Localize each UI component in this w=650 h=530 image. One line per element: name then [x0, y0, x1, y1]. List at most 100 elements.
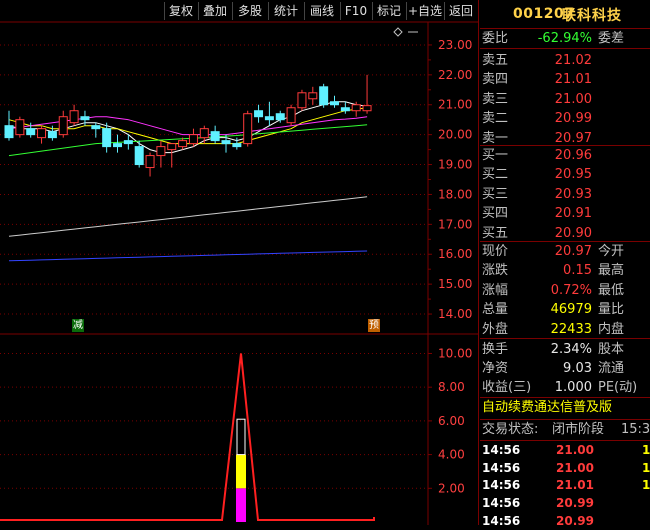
- candle-body-down: [330, 101, 339, 106]
- sell-level-price: 21.01: [554, 72, 592, 88]
- trade-volume: 1: [642, 460, 650, 475]
- buy-level-price: 20.93: [554, 186, 592, 202]
- indicator-tick-label: 10.00: [438, 346, 472, 360]
- stat-value: 0.72%: [550, 282, 592, 298]
- trade-price: 21.00: [556, 460, 594, 475]
- candle-body-down: [221, 140, 231, 145]
- stat-value: 46979: [550, 302, 592, 318]
- trade-row: 14:56 21.00 1: [480, 459, 650, 477]
- price-tick-label: 20.00: [438, 128, 472, 142]
- stat-row: 涨跌 0.15 最高: [480, 261, 650, 280]
- candle-body-down: [91, 125, 101, 130]
- buy-level-price: 20.96: [554, 148, 592, 163]
- signal-tag-yu: 预: [368, 319, 380, 332]
- candle-body-up: [308, 92, 318, 100]
- stock-header: 001207 联科科技: [480, 0, 650, 29]
- trade-price: 20.99: [556, 513, 594, 528]
- trade-price: 21.00: [556, 443, 594, 457]
- candle-body-down: [113, 143, 122, 148]
- signal-tag-jian: 减: [72, 319, 84, 332]
- candle-body-up: [286, 107, 296, 124]
- candle-body-up: [37, 128, 47, 139]
- price-tick-label: 15.00: [438, 277, 472, 291]
- trade-price: 20.99: [556, 496, 594, 511]
- price-tick-label: 21.00: [438, 98, 472, 112]
- sell-level-row: 卖四 21.01: [480, 70, 650, 89]
- fundamental-row: 收益(三) 1.000 PE(动): [480, 378, 650, 397]
- candle-body-down: [264, 116, 274, 121]
- buy-level-row: 买五 20.90: [480, 224, 650, 243]
- promo-banner[interactable]: 自动续费通达信普及版: [480, 398, 650, 418]
- fundamental-row: 换手 2.34% 股本: [480, 340, 650, 359]
- trade-time: 14:56: [482, 443, 521, 457]
- stat-label-2: 今开: [598, 244, 625, 259]
- ma-line-ma120: [8, 196, 368, 237]
- candle-body-up: [362, 105, 372, 112]
- stat-label: 涨幅: [482, 282, 509, 298]
- trade-status-label: 交易状态:: [482, 422, 539, 437]
- panel-border: [478, 0, 479, 525]
- trade-time: 14:56: [482, 496, 521, 511]
- stat-row: 总量 46979 量比: [480, 300, 650, 319]
- candle-body-down: [123, 140, 133, 145]
- trade-row: 14:56 20.99: [480, 494, 650, 512]
- sell-level-row: 卖五 21.02: [480, 51, 650, 70]
- trade-price: 21.01: [556, 478, 594, 493]
- price-tick-label: 17.00: [438, 217, 472, 231]
- buy-level-row: 买四 20.91: [480, 204, 650, 223]
- buy-level-row: 买一 20.96: [480, 146, 650, 165]
- signal-bar-magenta: [236, 488, 246, 522]
- buy-level-label: 买五: [482, 225, 509, 241]
- candle-body-up: [167, 143, 177, 151]
- fundamental-label: 收益(三): [482, 380, 532, 395]
- order-diff-label: 委差: [598, 31, 625, 46]
- stat-value: 20.97: [554, 244, 592, 259]
- sell-level-price: 20.99: [554, 111, 592, 127]
- kline-chart[interactable]: 23.00 22.00 21.00 20.00 19.00 18.00 17.00 16.00…: [0, 0, 480, 525]
- fundamental-label-2: PE(动): [598, 380, 638, 395]
- fundamental-label-2: 流通: [598, 361, 625, 376]
- buy-level-price: 20.91: [554, 206, 592, 222]
- candle-body-down: [102, 128, 112, 148]
- fundamental-value: 1.000: [554, 380, 592, 395]
- ma-line-ma250: [8, 250, 368, 262]
- panel-divider: [480, 48, 650, 49]
- trade-volume: 1: [642, 478, 650, 493]
- price-tick-label: 19.00: [438, 158, 472, 172]
- sell-level-row: 卖三 21.00: [480, 90, 650, 109]
- stat-row: 外盘 22433 内盘: [480, 320, 650, 339]
- signal-bar-outline: [236, 418, 246, 456]
- candle-body-up: [15, 119, 25, 136]
- order-ratio-label: 委比: [482, 31, 509, 46]
- fundamental-label: 换手: [482, 342, 509, 357]
- stat-label-2: 最高: [598, 263, 625, 279]
- buy-level-price: 20.95: [554, 167, 592, 183]
- indicator-tick-label: 4.00: [438, 448, 465, 462]
- trade-time: 14:56: [482, 460, 521, 475]
- trade-row: 14:56 20.99: [480, 512, 650, 530]
- buy-level-price: 20.90: [554, 225, 592, 241]
- fundamental-label-2: 股本: [598, 342, 625, 357]
- buy-level-row: 买三 20.93: [480, 185, 650, 204]
- candle-body-up: [199, 128, 209, 139]
- stock-name: 联科科技: [562, 8, 622, 24]
- buy-level-label: 买二: [482, 167, 509, 183]
- price-tick-label: 16.00: [438, 247, 472, 261]
- candle-body-down: [26, 128, 36, 136]
- indicator-tick-label: 6.00: [438, 414, 465, 428]
- order-ratio-value: -62.94%: [537, 31, 592, 46]
- stat-row: 现价 20.97 今开: [480, 242, 650, 261]
- candle-body-down: [134, 146, 144, 166]
- panel-divider: [480, 338, 650, 339]
- stat-value: 22433: [550, 321, 592, 337]
- candle-body-down: [210, 131, 220, 142]
- signal-bar-yellow: [236, 454, 246, 489]
- candle-body-down: [232, 143, 242, 148]
- candle-body-up: [297, 92, 307, 109]
- buy-level-label: 买三: [482, 186, 509, 202]
- price-tick-label: 14.00: [438, 307, 472, 321]
- stat-label: 外盘: [482, 321, 509, 337]
- order-ratio-row: 委比 -62.94% 委差: [480, 29, 650, 48]
- indicator-tick-label: 8.00: [438, 380, 465, 394]
- stat-value: 0.15: [563, 263, 592, 279]
